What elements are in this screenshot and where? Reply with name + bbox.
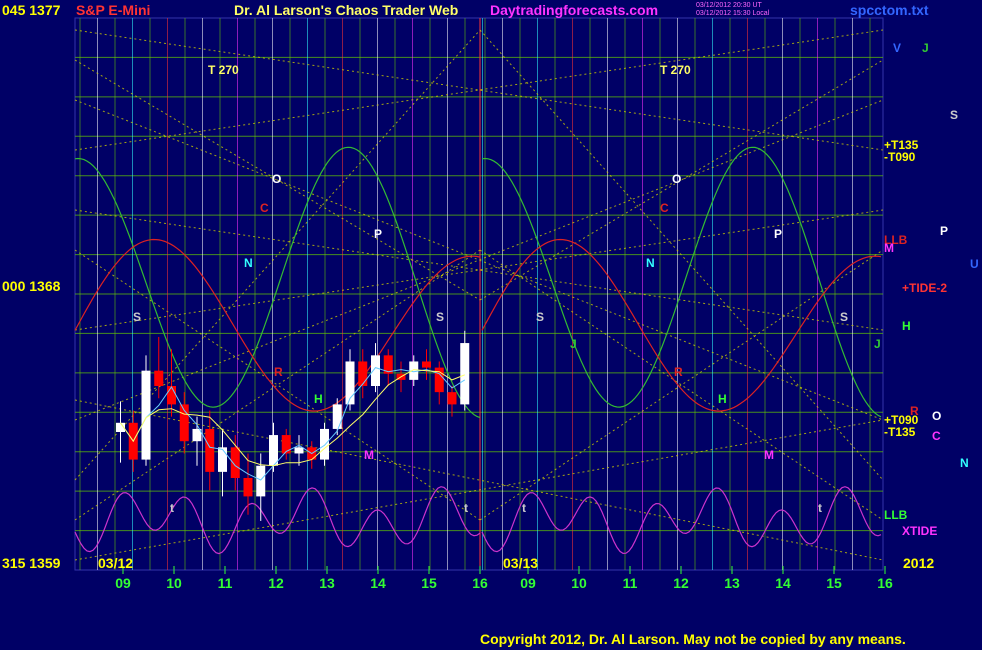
y-label-bottom: 315 1359 xyxy=(2,555,61,571)
hour-label: 10 xyxy=(166,575,182,591)
y-label-mid: 000 1368 xyxy=(2,278,61,294)
right-label: -T090 xyxy=(884,150,916,164)
right-label: LLB xyxy=(884,508,908,522)
in-chart-label: t xyxy=(170,501,174,515)
timestamp-ut: 03/12/2012 20:30 UT xyxy=(696,2,762,9)
in-chart-label: H xyxy=(718,392,727,406)
right-label: +TIDE-2 xyxy=(902,281,947,295)
hour-label: 14 xyxy=(370,575,386,591)
right-label: H xyxy=(902,319,911,333)
price-bar-body xyxy=(167,386,176,405)
right-label: M xyxy=(884,241,894,255)
right-label: J xyxy=(922,41,929,55)
price-bar-body xyxy=(205,428,215,472)
price-bar-body xyxy=(460,343,470,405)
right-label: XTIDE xyxy=(902,524,937,538)
grid-lines xyxy=(74,17,884,571)
right-label: O xyxy=(932,409,941,423)
in-chart-label: T 270 xyxy=(208,63,239,77)
hour-label: 15 xyxy=(826,575,842,591)
date-label: 03/13 xyxy=(503,555,538,571)
in-chart-label: O xyxy=(672,172,681,186)
right-label: U xyxy=(970,257,979,271)
y-label-top: 045 1377 xyxy=(2,2,61,18)
price-bar-body xyxy=(371,355,380,386)
file-name: spcctom.txt xyxy=(850,2,929,18)
site-name: Daytradingforecasts.com xyxy=(490,2,659,18)
price-bar-body xyxy=(243,478,253,497)
price-bar-body xyxy=(320,428,329,460)
date-label: 03/12 xyxy=(98,555,133,571)
hour-label: 12 xyxy=(673,575,689,591)
price-bar-body xyxy=(269,435,278,466)
hour-label: 16 xyxy=(877,575,893,591)
hour-label: 11 xyxy=(218,575,233,591)
in-chart-label: H xyxy=(314,392,323,406)
instrument-title: S&P E-Mini xyxy=(76,2,151,18)
in-chart-label: R xyxy=(274,365,283,379)
hour-label: 13 xyxy=(319,575,335,591)
hour-label: 10 xyxy=(571,575,587,591)
right-label: V xyxy=(893,41,901,55)
hour-label: 09 xyxy=(520,575,536,591)
in-chart-label: t xyxy=(522,501,526,515)
right-label: C xyxy=(932,429,941,443)
hour-label: 14 xyxy=(775,575,791,591)
in-chart-label: J xyxy=(570,337,577,351)
in-chart-label: M xyxy=(364,448,374,462)
price-bar-body xyxy=(256,465,266,497)
price-bar-body xyxy=(422,361,431,368)
in-chart-label: P xyxy=(774,227,782,241)
copyright-notice: Copyright 2012, Dr. Al Larson. May not b… xyxy=(480,631,906,647)
in-chart-label: M xyxy=(764,448,774,462)
year-label: 2012 xyxy=(903,555,934,571)
price-bar-body xyxy=(281,435,291,454)
timestamp-local: 03/12/2012 15:30 Local xyxy=(696,10,770,17)
hour-label: 15 xyxy=(421,575,437,591)
in-chart-label: t xyxy=(818,501,822,515)
right-label: S xyxy=(950,108,958,122)
right-label: J xyxy=(874,337,881,351)
in-chart-label: C xyxy=(260,201,269,215)
chaos-chart: T 270 T 270O OC CP PN NS S S SR RH HM MJt t t tV JS+T13… xyxy=(74,17,979,591)
right-label: P xyxy=(940,224,948,238)
in-chart-label: S xyxy=(133,310,141,324)
hour-label: 12 xyxy=(268,575,284,591)
price-bar-body xyxy=(294,447,304,454)
price-bar-body xyxy=(447,392,457,405)
right-label: R xyxy=(910,404,919,418)
in-chart-label: C xyxy=(660,201,669,215)
hour-label: 13 xyxy=(724,575,740,591)
price-bar-body xyxy=(154,370,164,386)
hour-label: 11 xyxy=(623,575,638,591)
price-bar-body xyxy=(332,404,342,429)
timestamps: 03/12/2012 20:30 UT 03/12/2012 15:30 Loc… xyxy=(696,2,769,18)
right-label: -T135 xyxy=(884,425,916,439)
in-chart-label: R xyxy=(674,365,683,379)
in-chart-label: O xyxy=(272,172,281,186)
price-bar-body xyxy=(230,447,240,478)
in-chart-label: S xyxy=(840,310,848,324)
in-chart-label: t xyxy=(464,501,468,515)
hour-label: 16 xyxy=(472,575,488,591)
in-chart-label: P xyxy=(374,227,382,241)
page-title: Dr. Al Larson's Chaos Trader Web xyxy=(234,2,459,18)
hour-label: 09 xyxy=(115,575,131,591)
in-chart-label: S xyxy=(536,310,544,324)
price-bar-body xyxy=(218,447,227,472)
right-label: N xyxy=(960,456,969,470)
in-chart-label: S xyxy=(436,310,444,324)
price-bar-body xyxy=(358,361,368,386)
price-bar-body xyxy=(409,361,419,380)
in-chart-label: N xyxy=(244,256,253,270)
in-chart-label: N xyxy=(646,256,655,270)
in-chart-label: T 270 xyxy=(660,63,691,77)
